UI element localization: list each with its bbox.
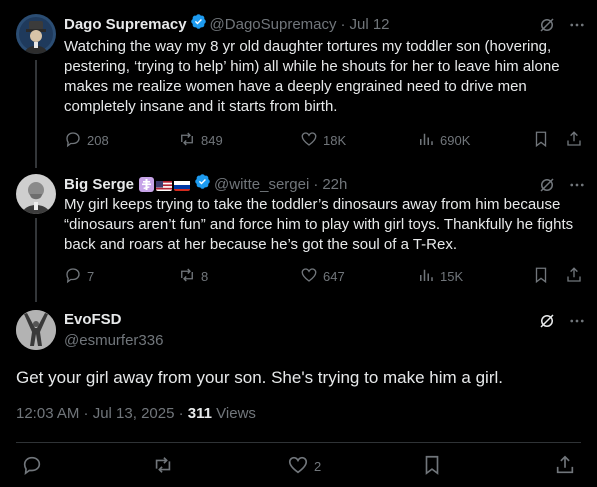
reply-icon — [64, 266, 82, 288]
avatar[interactable] — [16, 310, 56, 350]
views-count: 690K — [440, 133, 471, 148]
share-button[interactable] — [565, 130, 583, 152]
repost-icon — [178, 130, 196, 152]
timestamp[interactable]: Jul 12 — [350, 15, 390, 35]
tweet-text: Watching the way my 8 yr old daughter to… — [64, 38, 560, 115]
reply-button[interactable]: 208 — [64, 130, 109, 152]
like-icon — [300, 266, 318, 288]
orthodox-cross-flag-icon — [139, 177, 155, 192]
handle[interactable]: @witte_sergei — [214, 175, 309, 195]
share-button[interactable] — [554, 454, 576, 480]
reply-count: 208 — [87, 133, 109, 148]
timestamp[interactable]: 22h — [322, 175, 347, 195]
tweet-dago-supremacy[interactable]: Dago Supremacy @DagoSupremacy · Jul 12 W… — [0, 0, 597, 168]
more-icon[interactable] — [568, 312, 586, 330]
repost-button[interactable]: 849 — [178, 130, 223, 152]
tweet-actions: 2 — [16, 455, 581, 479]
like-count: 647 — [323, 269, 345, 284]
handle-row: @esmurfer336 — [64, 331, 163, 351]
reply-icon — [21, 454, 43, 480]
avatar[interactable] — [16, 174, 56, 214]
divider — [16, 442, 581, 443]
reply-button[interactable]: 7 — [64, 266, 94, 288]
display-name[interactable]: Big Serge — [64, 175, 134, 195]
more-icon[interactable] — [568, 16, 586, 34]
reply-count: 7 — [87, 269, 95, 284]
tweet-top-actions — [538, 16, 586, 34]
tweet-meta: 12:03 AM · Jul 13, 2025 · 311 Views — [16, 405, 256, 422]
verified-badge-icon — [194, 173, 211, 196]
repost-icon — [178, 266, 196, 288]
repost-count: 849 — [201, 133, 223, 148]
share-icon — [565, 130, 583, 152]
tweet-actions: 208 849 18K 690K — [64, 131, 584, 151]
bookmark-icon — [532, 130, 550, 152]
tweet-header: Big Serge @witte_sergei · 22h — [64, 173, 347, 196]
tweet-evofsd-main: EvoFSD @esmurfer336 Get your girl away f… — [0, 302, 597, 487]
display-name[interactable]: EvoFSD — [64, 310, 122, 330]
tweet-header: Dago Supremacy @DagoSupremacy · Jul 12 — [64, 13, 390, 36]
views-icon — [417, 130, 435, 152]
grok-icon[interactable] — [538, 16, 556, 34]
bookmark-button[interactable] — [421, 454, 443, 480]
russia-flag-icon — [174, 179, 191, 191]
views-icon — [417, 266, 435, 288]
handle[interactable]: @esmurfer336 — [64, 331, 163, 351]
like-icon — [287, 454, 309, 480]
share-icon — [565, 266, 583, 288]
views-label: Views — [216, 405, 256, 422]
like-button[interactable]: 2 — [287, 454, 321, 480]
display-name[interactable]: Dago Supremacy — [64, 15, 187, 35]
bookmark-button[interactable] — [532, 130, 550, 152]
views-count: 311 — [187, 405, 212, 422]
repost-button[interactable] — [152, 454, 174, 480]
views-button[interactable]: 690K — [417, 130, 470, 152]
us-flag-icon — [156, 179, 173, 191]
reply-button[interactable] — [21, 454, 43, 480]
conversation-thread: Dago Supremacy @DagoSupremacy · Jul 12 W… — [0, 0, 597, 487]
views-count: 15K — [440, 269, 464, 284]
handle[interactable]: @DagoSupremacy — [210, 15, 337, 35]
separator: · — [340, 15, 346, 33]
post-timestamp[interactable]: 12:03 AM · Jul 13, 2025 · — [16, 405, 184, 422]
tweet-actions: 7 8 647 15K — [64, 267, 584, 287]
more-icon[interactable] — [568, 176, 586, 194]
share-button[interactable] — [565, 266, 583, 288]
grok-icon[interactable] — [538, 312, 556, 330]
share-icon — [554, 454, 576, 480]
repost-icon — [152, 454, 174, 480]
tweet-text: My girl keeps trying to take the toddler… — [64, 196, 574, 253]
tweet-text: Get your girl away from your son. She's … — [16, 368, 503, 387]
bookmark-button[interactable] — [532, 266, 550, 288]
tweet-big-serge[interactable]: Big Serge @witte_sergei · 22h My girl ke… — [0, 168, 597, 302]
tweet-top-actions — [538, 312, 586, 330]
like-count: 18K — [323, 133, 347, 148]
tweet-header: EvoFSD — [64, 310, 122, 330]
reply-icon — [64, 130, 82, 152]
like-icon — [300, 130, 318, 152]
like-count: 2 — [314, 459, 322, 474]
bookmark-icon — [421, 454, 443, 480]
bookmark-icon — [532, 266, 550, 288]
separator: · — [313, 175, 319, 193]
repost-button[interactable]: 8 — [178, 266, 208, 288]
tweet-top-actions — [538, 176, 586, 194]
like-button[interactable]: 18K — [300, 130, 346, 152]
grok-icon[interactable] — [538, 176, 556, 194]
like-button[interactable]: 647 — [300, 266, 345, 288]
avatar[interactable] — [16, 14, 56, 54]
views-button[interactable]: 15K — [417, 266, 463, 288]
repost-count: 8 — [201, 269, 209, 284]
verified-badge-icon — [190, 13, 207, 36]
